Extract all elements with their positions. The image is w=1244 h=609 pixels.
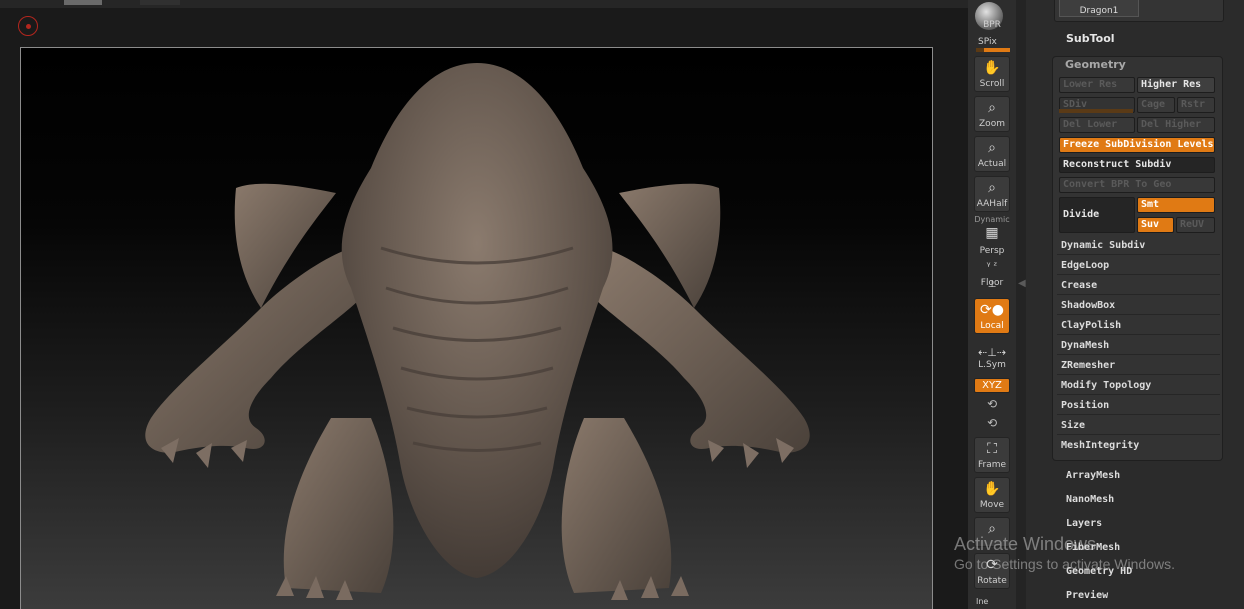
reconstruct-subdiv-button[interactable]: Reconstruct Subdiv [1059,157,1215,173]
xyz-label: XYZ [982,380,1002,391]
panel-splitter[interactable]: ◀ [1016,0,1026,609]
tool-palette: Dragon1 SubTool Geometry Lower Res Highe… [1026,0,1244,609]
zremesher-item[interactable]: ZRemesher [1057,356,1220,375]
menu-tab[interactable] [140,0,180,5]
meshintegrity-item[interactable]: MeshIntegrity [1057,436,1220,455]
actual-label: Actual [977,159,1007,169]
local-button[interactable]: ⟳● Local [974,298,1010,334]
xyz-button[interactable]: XYZ [974,378,1010,393]
magnifier-icon: ⌕ [988,140,996,156]
frame-button[interactable]: ⛶ Frame [974,437,1010,473]
rstr-button[interactable]: Rstr [1177,97,1215,113]
rotate-y-icon[interactable]: ⟲ [968,397,1016,411]
cage-button[interactable]: Cage [1137,97,1175,113]
left-leg [283,418,394,593]
higher-res-button[interactable]: Higher Res [1137,77,1215,93]
creature-model [145,63,810,600]
subtool-header[interactable]: SubTool [1066,32,1115,45]
magnifier-icon: ⌕ [988,100,996,116]
subtool-thumbnail[interactable]: Dragon1 [1054,0,1224,22]
zoom-button[interactable]: ⌕ Zoom [974,96,1010,132]
size-item[interactable]: Size [1057,416,1220,435]
persp-button[interactable]: ▦ Persp [974,222,1010,258]
aahalf-button[interactable]: ⌕ AAHalf [974,176,1010,212]
activate-windows-watermark: Activate Windows Go to Settings to activ… [954,534,1175,572]
move-label: Move [979,500,1005,510]
preview-item[interactable]: Preview [1066,590,1108,601]
local-transform-icon: ⟳● [980,302,1004,318]
actual-button[interactable]: ⌕ Actual [974,136,1010,172]
hand-icon: ✋ [983,60,1001,76]
modify-topology-item[interactable]: Modify Topology [1057,376,1220,395]
watermark-subtitle: Go to Settings to activate Windows. [954,556,1175,572]
magnifier-icon: ⌕ [988,180,996,196]
sdiv-slider-track [1059,109,1133,113]
local-label: Local [980,321,1004,331]
right-shelf-toolbar: BPR SPix ✋ Scroll ⌕ Zoom ⌕ Actual ⌕ AAHa… [968,0,1016,609]
top-menu-bar [0,0,968,8]
reuv-button[interactable]: ReUV [1176,217,1215,233]
freeze-subdivision-button[interactable]: Freeze SubDivision Levels [1059,137,1215,153]
move-button[interactable]: ✋ Move [974,477,1010,513]
divide-button[interactable]: Divide [1059,197,1135,233]
frame-corners-icon: ⛶ [987,441,997,457]
lsym-button[interactable]: ⇠⊥⇢ L.Sym [974,342,1010,372]
layers-item[interactable]: Layers [1066,518,1102,529]
scroll-button[interactable]: ✋ Scroll [974,56,1010,92]
lsym-label: L.Sym [978,360,1006,370]
menu-tab-highlight[interactable] [64,0,102,5]
grid-icon: ▦ [985,225,999,241]
collapse-arrow-icon[interactable]: ◀ [1018,278,1026,289]
rotate-label: Rotate [977,576,1007,586]
nanomesh-item[interactable]: NanoMesh [1066,494,1114,505]
claypolish-item[interactable]: ClayPolish [1057,316,1220,335]
hand-icon: ✋ [983,481,1001,497]
spix-slider[interactable] [976,48,1010,52]
geometry-title[interactable]: Geometry [1065,58,1126,71]
dynamesh-item[interactable]: DynaMesh [1057,336,1220,355]
subtool-name: Dragon1 [1079,6,1119,16]
convert-bpr-button[interactable]: Convert BPR To Geo [1059,177,1215,193]
scroll-label: Scroll [979,79,1005,89]
lower-res-button[interactable]: Lower Res [1059,77,1135,93]
rotate-z-icon[interactable]: ⟲ [968,416,1016,430]
right-leg [561,418,672,593]
position-item[interactable]: Position [1057,396,1220,415]
del-lower-button[interactable]: Del Lower [1059,117,1135,133]
del-higher-button[interactable]: Del Higher [1137,117,1215,133]
dynamic-subdiv-item[interactable]: Dynamic Subdiv [1057,236,1220,255]
smt-toggle[interactable]: Smt [1137,197,1215,213]
floor-button[interactable]: ᵞ ᶻ ⊥ Floor [974,256,1010,290]
suv-toggle[interactable]: Suv [1137,217,1174,233]
watermark-title: Activate Windows [954,534,1097,554]
aahalf-label: AAHalf [976,199,1008,209]
3d-viewport-canvas[interactable] [20,47,933,609]
bpr-label[interactable]: BPR [968,20,1016,30]
spix-slider-fill [984,48,1010,52]
arraymesh-item[interactable]: ArrayMesh [1066,470,1120,481]
floor-label: Floor [980,278,1004,288]
zoom-label: Zoom [979,119,1005,129]
record-icon[interactable] [18,16,38,36]
geometry-subpalette: Geometry Lower Res Higher Res SDiv Cage … [1052,56,1223,461]
crease-item[interactable]: Crease [1057,276,1220,295]
shadowbox-item[interactable]: ShadowBox [1057,296,1220,315]
spix-label: SPix [978,37,997,47]
edgeloop-item[interactable]: EdgeLoop [1057,256,1220,275]
frame-label: Frame [977,460,1007,470]
